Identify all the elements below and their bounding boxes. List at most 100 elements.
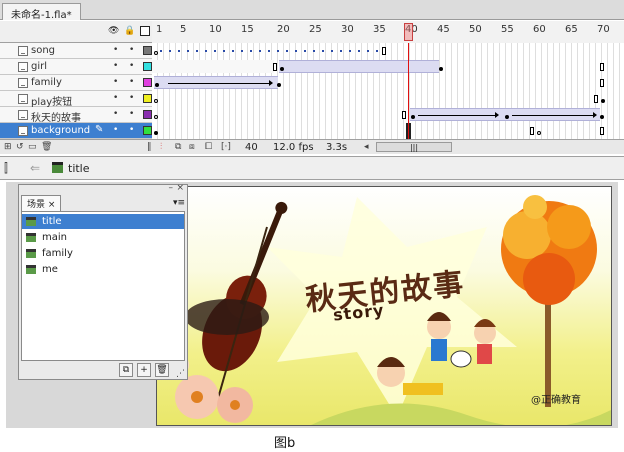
new-folder-icon[interactable]: ▭ — [28, 142, 37, 152]
scene-clapper-icon — [52, 162, 63, 173]
frame-track[interactable] — [152, 59, 624, 75]
sound-wave — [160, 50, 382, 52]
scene-item-title[interactable]: title — [22, 214, 184, 229]
keyframe — [280, 67, 284, 71]
frame-end — [600, 63, 604, 71]
layer-color-swatch[interactable] — [143, 46, 152, 55]
scene-item-me[interactable]: me — [22, 262, 184, 277]
scene-panel-footer: ⧉ + 🗑 ⋰ — [19, 361, 187, 379]
onion-outline-icon[interactable]: ⧈ — [189, 142, 195, 152]
lock-dot[interactable]: • — [129, 45, 134, 55]
tween-arrow — [418, 112, 499, 118]
tween-arrow — [168, 80, 273, 86]
layer-row-song[interactable]: song • • — [0, 43, 624, 59]
layer-row-family[interactable]: family • • — [0, 75, 624, 91]
figure-caption: 图b — [274, 436, 296, 451]
scene-item-family[interactable]: family — [22, 246, 184, 261]
ruler-tick: 45 — [437, 24, 450, 35]
visibility-dot[interactable]: • — [113, 93, 118, 103]
scroll-left-icon[interactable]: ◂ — [364, 142, 369, 152]
timeline-toggle-icon[interactable]: ⫿ — [4, 161, 8, 176]
center-frame-icon[interactable]: ⫶ — [160, 142, 162, 152]
ruler-tick: 35 — [373, 24, 386, 35]
lock-dot[interactable]: • — [129, 77, 134, 87]
scene-item-label: title — [42, 216, 62, 227]
ruler-tick: 65 — [565, 24, 578, 35]
layer-row-background[interactable]: background ✎ • • — [0, 123, 624, 139]
lock-dot[interactable]: • — [129, 109, 134, 119]
document-tab[interactable]: 未命名-1.fla* — [2, 3, 81, 21]
delete-scene-button[interactable]: 🗑 — [155, 363, 169, 377]
layer-color-swatch[interactable] — [143, 62, 152, 71]
layer-color-swatch[interactable] — [143, 126, 152, 135]
add-scene-button[interactable]: + — [137, 363, 151, 377]
onion-skin-icon[interactable]: ⧉ — [175, 142, 181, 152]
scene-clapper-icon — [26, 249, 36, 258]
timeline-header: 👁 🔒 1 5 10 15 20 25 30 35 40 45 50 55 60… — [0, 21, 624, 43]
motion-guide-icon[interactable]: ↺ — [16, 142, 24, 152]
close-icon[interactable]: × — [176, 183, 184, 193]
frame-ruler[interactable]: 1 5 10 15 20 25 30 35 40 45 50 55 60 65 … — [152, 21, 624, 43]
lock-icon[interactable]: 🔒 — [124, 26, 135, 36]
scene-tab[interactable]: 场景 × — [21, 195, 62, 211]
lock-dot[interactable]: • — [129, 125, 134, 135]
layer-color-swatch[interactable] — [143, 78, 152, 87]
minimize-icon[interactable]: – — [169, 183, 174, 193]
edit-bar: ⫿ ⇐ title — [0, 156, 624, 180]
document-tab-bar: 未命名-1.fla* — [0, 0, 624, 21]
elapsed-time: 3.3s — [326, 142, 348, 153]
ruler-tick: 10 — [209, 24, 222, 35]
ruler-tick: 55 — [501, 24, 514, 35]
tab-close-icon[interactable]: × — [48, 200, 56, 210]
frame-track[interactable] — [152, 107, 624, 123]
panel-menu-icon[interactable]: ▾≡ — [173, 198, 185, 208]
layer-color-swatch[interactable] — [143, 94, 152, 103]
keyframe — [411, 115, 415, 119]
delete-layer-icon[interactable]: 🗑 — [41, 142, 52, 152]
lock-dot[interactable]: • — [129, 61, 134, 71]
timeline-scrollbar[interactable]: ||| — [376, 142, 452, 152]
keyframe — [601, 99, 605, 103]
layer-icon — [18, 110, 28, 120]
layer-row-play-button[interactable]: play按钮 • • — [0, 91, 624, 108]
eye-icon[interactable]: 👁 — [108, 26, 119, 36]
frame-end — [600, 127, 604, 135]
back-arrow-icon[interactable]: ⇐ — [30, 161, 40, 175]
visibility-dot[interactable]: • — [113, 109, 118, 119]
visibility-dot[interactable]: • — [113, 61, 118, 71]
ruler-tick: 50 — [469, 24, 482, 35]
current-scene-name[interactable]: title — [68, 162, 90, 175]
outline-icon[interactable] — [140, 26, 150, 36]
layer-row-girl[interactable]: girl • • — [0, 59, 624, 75]
frame-track[interactable] — [152, 75, 624, 91]
frame-track[interactable] — [152, 123, 624, 139]
layer-icon — [18, 46, 28, 56]
visibility-dot[interactable]: • — [113, 125, 118, 135]
resize-grip-icon[interactable]: ⋰ — [176, 369, 185, 379]
keyframe — [155, 83, 159, 87]
layer-row-autumn-story[interactable]: 秋天的故事 • • — [0, 107, 624, 124]
layer-icon — [18, 126, 28, 136]
lock-dot[interactable]: • — [129, 93, 134, 103]
frame-track[interactable] — [152, 91, 624, 107]
frame-end — [600, 79, 604, 87]
frame-rate[interactable]: 12.0 fps — [273, 142, 314, 153]
playhead-handle[interactable] — [404, 23, 413, 41]
stage[interactable]: 秋天的故事 story @正确教育 — [156, 186, 612, 426]
scene-panel: – × 场景 × ▾≡ title main family me ⧉ + 🗑 ⋰ — [18, 183, 188, 380]
panel-title-bar[interactable]: – × — [19, 183, 187, 195]
onion-markers-icon[interactable]: [·] — [221, 142, 231, 152]
duplicate-scene-button[interactable]: ⧉ — [119, 363, 133, 377]
layer-name: song — [31, 45, 56, 56]
scene-clapper-icon — [26, 265, 36, 274]
keyframe-empty — [154, 115, 158, 119]
frame-track[interactable] — [152, 43, 624, 59]
visibility-dot[interactable]: • — [113, 45, 118, 55]
ruler-tick: 5 — [180, 24, 187, 35]
scroll-split-icon: ‖ — [147, 142, 152, 152]
visibility-dot[interactable]: • — [113, 77, 118, 87]
layer-color-swatch[interactable] — [143, 110, 152, 119]
edit-multiple-icon[interactable]: ⧠ — [205, 142, 212, 152]
scene-item-main[interactable]: main — [22, 230, 184, 245]
new-layer-icon[interactable]: ⊞ — [4, 142, 12, 152]
